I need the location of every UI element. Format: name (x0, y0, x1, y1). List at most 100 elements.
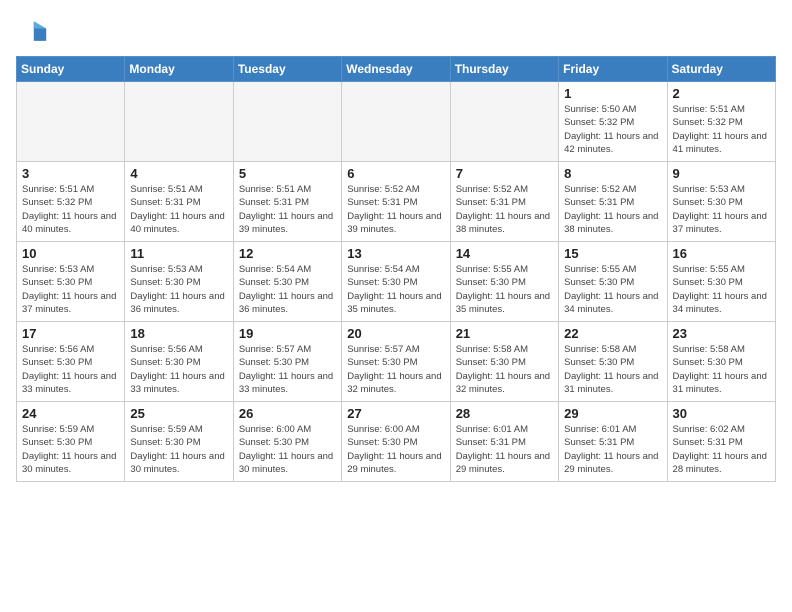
day-info: Sunrise: 5:55 AMSunset: 5:30 PMDaylight:… (564, 263, 661, 316)
day-number: 20 (347, 326, 444, 341)
calendar-cell (450, 82, 558, 162)
day-number: 23 (673, 326, 770, 341)
day-info: Sunrise: 5:57 AMSunset: 5:30 PMDaylight:… (347, 343, 444, 396)
logo (16, 16, 50, 48)
day-number: 3 (22, 166, 119, 181)
calendar-cell: 15 Sunrise: 5:55 AMSunset: 5:30 PMDayligh… (559, 242, 667, 322)
calendar-cell: 29 Sunrise: 6:01 AMSunset: 5:31 PMDayligh… (559, 402, 667, 482)
calendar-cell: 14Sunrise: 5:55 AMSunset: 5:30 PMDayligh… (450, 242, 558, 322)
day-number: 1 (564, 86, 661, 101)
day-info: Sunrise: 5:52 AMSunset: 5:31 PMDaylight:… (456, 183, 553, 236)
calendar-cell (125, 82, 233, 162)
calendar-cell: 19 Sunrise: 5:57 AMSunset: 5:30 PMDayligh… (233, 322, 341, 402)
calendar-week-row: 17 Sunrise: 5:56 AMSunset: 5:30 PMDayligh… (17, 322, 776, 402)
day-info: Sunrise: 5:52 AMSunset: 5:31 PMDaylight:… (347, 183, 444, 236)
calendar-cell: 2 Sunrise: 5:51 AMSunset: 5:32 PMDaylight… (667, 82, 775, 162)
calendar-cell (17, 82, 125, 162)
calendar-cell: 8Sunrise: 5:52 AMSunset: 5:31 PMDaylight… (559, 162, 667, 242)
calendar-cell: 20 Sunrise: 5:57 AMSunset: 5:30 PMDayligh… (342, 322, 450, 402)
day-info: Sunrise: 6:01 AMSunset: 5:31 PMDaylight:… (456, 423, 553, 476)
day-number: 24 (22, 406, 119, 421)
day-info: Sunrise: 5:54 AMSunset: 5:30 PMDaylight:… (239, 263, 336, 316)
day-info: Sunrise: 6:02 AMSunset: 5:31 PMDaylight:… (673, 423, 770, 476)
calendar-cell: 25 Sunrise: 5:59 AMSunset: 5:30 PMDayligh… (125, 402, 233, 482)
calendar-week-row: 1 Sunrise: 5:50 AMSunset: 5:32 PMDaylight… (17, 82, 776, 162)
calendar-cell: 6 Sunrise: 5:52 AMSunset: 5:31 PMDaylight… (342, 162, 450, 242)
calendar-cell: 18 Sunrise: 5:56 AMSunset: 5:30 PMDayligh… (125, 322, 233, 402)
calendar-cell: 11Sunrise: 5:53 AMSunset: 5:30 PMDayligh… (125, 242, 233, 322)
day-info: Sunrise: 5:56 AMSunset: 5:30 PMDaylight:… (130, 343, 227, 396)
calendar-cell: 28 Sunrise: 6:01 AMSunset: 5:31 PMDayligh… (450, 402, 558, 482)
day-number: 7 (456, 166, 553, 181)
weekday-header: Sunday (17, 57, 125, 82)
day-info: Sunrise: 5:58 AMSunset: 5:30 PMDaylight:… (673, 343, 770, 396)
day-number: 21 (456, 326, 553, 341)
calendar-cell: 21 Sunrise: 5:58 AMSunset: 5:30 PMDayligh… (450, 322, 558, 402)
day-info: Sunrise: 5:53 AMSunset: 5:30 PMDaylight:… (22, 263, 119, 316)
day-number: 13 (347, 246, 444, 261)
day-info: Sunrise: 5:53 AMSunset: 5:30 PMDaylight:… (673, 183, 770, 236)
calendar-cell: 5 Sunrise: 5:51 AMSunset: 5:31 PMDaylight… (233, 162, 341, 242)
day-info: Sunrise: 5:52 AMSunset: 5:31 PMDaylight:… (564, 183, 661, 236)
calendar-cell: 3Sunrise: 5:51 AMSunset: 5:32 PMDaylight… (17, 162, 125, 242)
weekday-header: Friday (559, 57, 667, 82)
calendar-cell: 12 Sunrise: 5:54 AMSunset: 5:30 PMDayligh… (233, 242, 341, 322)
weekday-header: Monday (125, 57, 233, 82)
weekday-header: Tuesday (233, 57, 341, 82)
weekday-header: Wednesday (342, 57, 450, 82)
day-number: 10 (22, 246, 119, 261)
day-info: Sunrise: 5:56 AMSunset: 5:30 PMDaylight:… (22, 343, 119, 396)
day-number: 16 (673, 246, 770, 261)
calendar-cell: 16Sunrise: 5:55 AMSunset: 5:30 PMDayligh… (667, 242, 775, 322)
day-number: 19 (239, 326, 336, 341)
day-number: 11 (130, 246, 227, 261)
day-info: Sunrise: 6:01 AMSunset: 5:31 PMDaylight:… (564, 423, 661, 476)
calendar-cell: 1 Sunrise: 5:50 AMSunset: 5:32 PMDaylight… (559, 82, 667, 162)
day-number: 4 (130, 166, 227, 181)
page-header (16, 16, 776, 48)
weekday-header: Thursday (450, 57, 558, 82)
day-number: 2 (673, 86, 770, 101)
day-info: Sunrise: 5:51 AMSunset: 5:31 PMDaylight:… (130, 183, 227, 236)
day-info: Sunrise: 5:59 AMSunset: 5:30 PMDaylight:… (22, 423, 119, 476)
calendar-cell: 27 Sunrise: 6:00 AMSunset: 5:30 PMDayligh… (342, 402, 450, 482)
day-number: 17 (22, 326, 119, 341)
day-number: 12 (239, 246, 336, 261)
calendar-cell: 24 Sunrise: 5:59 AMSunset: 5:30 PMDayligh… (17, 402, 125, 482)
day-info: Sunrise: 6:00 AMSunset: 5:30 PMDaylight:… (347, 423, 444, 476)
day-info: Sunrise: 5:51 AMSunset: 5:31 PMDaylight:… (239, 183, 336, 236)
day-info: Sunrise: 5:59 AMSunset: 5:30 PMDaylight:… (130, 423, 227, 476)
day-number: 18 (130, 326, 227, 341)
calendar-week-row: 3Sunrise: 5:51 AMSunset: 5:32 PMDaylight… (17, 162, 776, 242)
day-number: 15 (564, 246, 661, 261)
day-number: 9 (673, 166, 770, 181)
day-number: 29 (564, 406, 661, 421)
calendar-cell: 22Sunrise: 5:58 AMSunset: 5:30 PMDayligh… (559, 322, 667, 402)
calendar-cell: 17 Sunrise: 5:56 AMSunset: 5:30 PMDayligh… (17, 322, 125, 402)
day-info: Sunrise: 5:51 AMSunset: 5:32 PMDaylight:… (673, 103, 770, 156)
calendar-cell (342, 82, 450, 162)
day-number: 30 (673, 406, 770, 421)
day-number: 27 (347, 406, 444, 421)
calendar-week-row: 10 Sunrise: 5:53 AMSunset: 5:30 PMDayligh… (17, 242, 776, 322)
day-info: Sunrise: 5:50 AMSunset: 5:32 PMDaylight:… (564, 103, 661, 156)
calendar-cell: 9 Sunrise: 5:53 AMSunset: 5:30 PMDaylight… (667, 162, 775, 242)
day-number: 5 (239, 166, 336, 181)
day-number: 26 (239, 406, 336, 421)
calendar-week-row: 24 Sunrise: 5:59 AMSunset: 5:30 PMDayligh… (17, 402, 776, 482)
calendar-cell: 13Sunrise: 5:54 AMSunset: 5:30 PMDayligh… (342, 242, 450, 322)
calendar-cell (233, 82, 341, 162)
day-info: Sunrise: 5:58 AMSunset: 5:30 PMDaylight:… (456, 343, 553, 396)
day-number: 14 (456, 246, 553, 261)
day-number: 28 (456, 406, 553, 421)
calendar-table: SundayMondayTuesdayWednesdayThursdayFrid… (16, 56, 776, 482)
day-number: 6 (347, 166, 444, 181)
day-info: Sunrise: 5:58 AMSunset: 5:30 PMDaylight:… (564, 343, 661, 396)
day-info: Sunrise: 6:00 AMSunset: 5:30 PMDaylight:… (239, 423, 336, 476)
calendar-header-row: SundayMondayTuesdayWednesdayThursdayFrid… (17, 57, 776, 82)
calendar-cell: 4 Sunrise: 5:51 AMSunset: 5:31 PMDaylight… (125, 162, 233, 242)
calendar-cell: 30 Sunrise: 6:02 AMSunset: 5:31 PMDayligh… (667, 402, 775, 482)
day-number: 25 (130, 406, 227, 421)
day-info: Sunrise: 5:57 AMSunset: 5:30 PMDaylight:… (239, 343, 336, 396)
weekday-header: Saturday (667, 57, 775, 82)
